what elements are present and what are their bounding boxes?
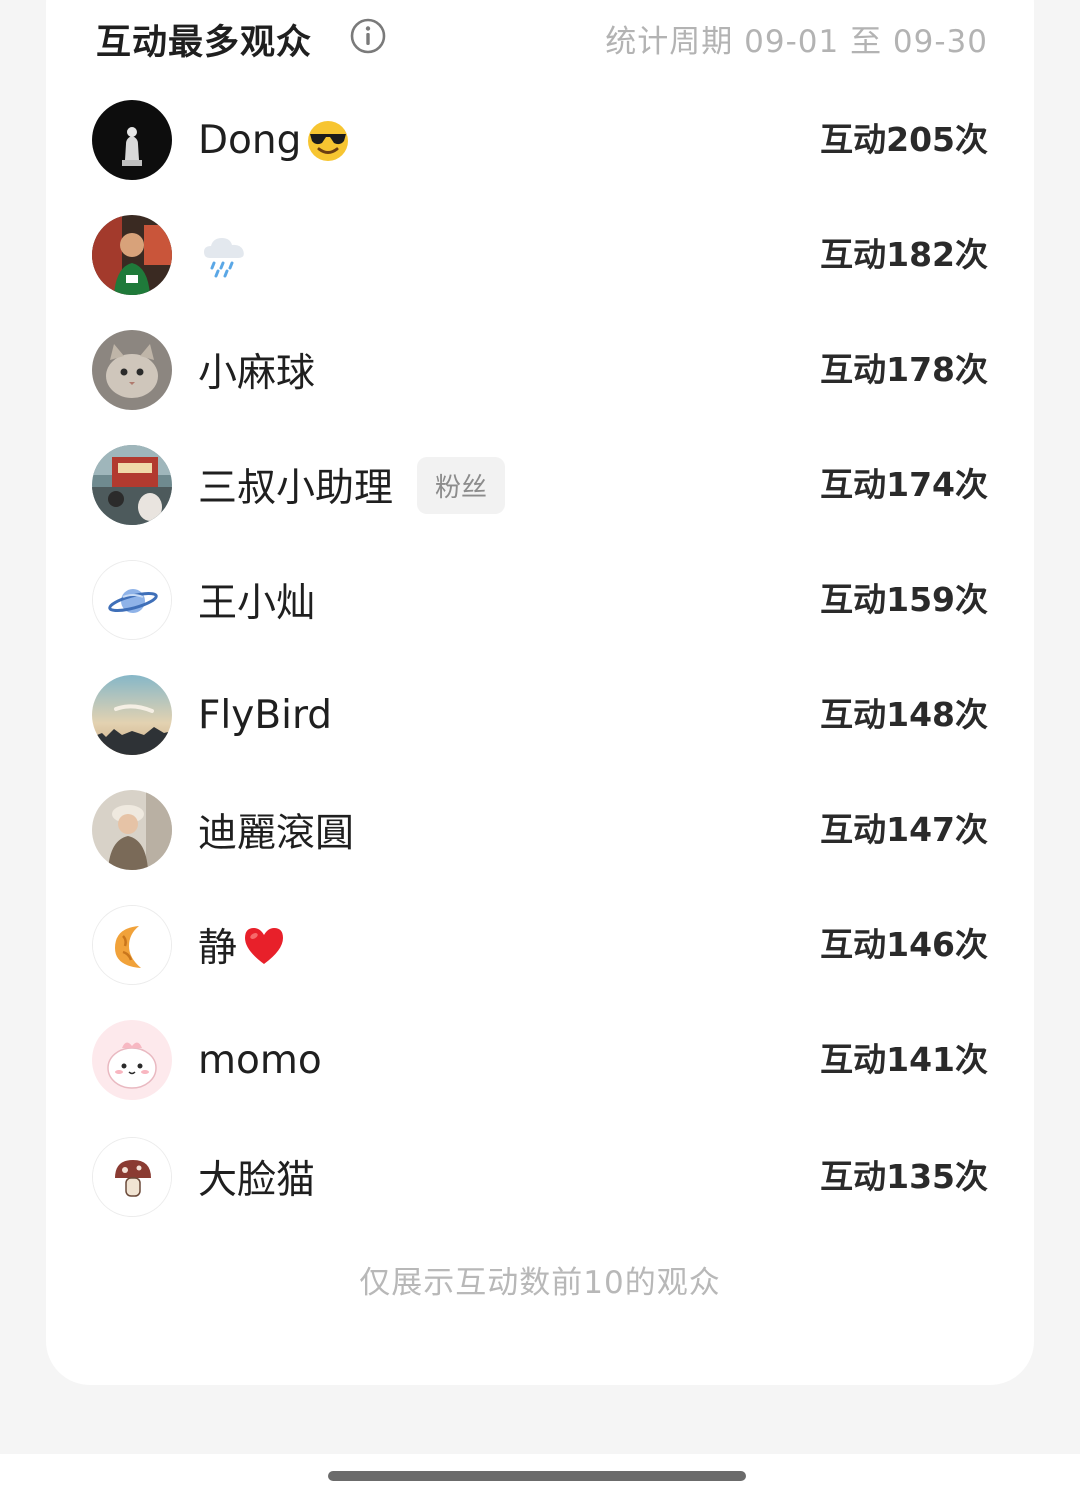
- audience-row[interactable]: 三叔小助理 粉丝 互动174次: [92, 445, 988, 527]
- avatar[interactable]: [92, 675, 172, 755]
- interaction-count: 互动182次: [820, 235, 988, 274]
- audience-row[interactable]: 王小灿 互动159次: [92, 560, 988, 642]
- audience-name: 三叔小助理: [198, 466, 394, 511]
- card-header: 互动最多观众 统计周期 09-01 至 09-30: [96, 12, 988, 63]
- avatar[interactable]: [92, 215, 172, 295]
- rain-cloud-emoji: [200, 230, 250, 280]
- avatar[interactable]: [92, 1020, 172, 1100]
- avatar[interactable]: [92, 100, 172, 180]
- audience-name: Dong: [198, 117, 302, 163]
- interaction-count: 互动135次: [820, 1157, 988, 1196]
- interaction-count: 互动205次: [820, 120, 988, 159]
- avatar[interactable]: [92, 330, 172, 410]
- audience-row[interactable]: 互动182次: [92, 215, 988, 297]
- audience-name: 静: [198, 926, 238, 971]
- audience-row[interactable]: 大脸猫 互动135次: [92, 1137, 988, 1219]
- interaction-count: 互动178次: [820, 350, 988, 389]
- audience-name: 王小灿: [198, 581, 316, 626]
- audience-row[interactable]: momo 互动141次: [92, 1020, 988, 1102]
- avatar[interactable]: [92, 560, 172, 640]
- interaction-count: 互动148次: [820, 695, 988, 734]
- audience-row[interactable]: 静 互动146次: [92, 905, 988, 987]
- audience-name: 小麻球: [198, 351, 316, 396]
- audience-name: FlyBird: [198, 692, 333, 738]
- top10-note: 仅展示互动数前10的观众: [359, 1265, 721, 1301]
- avatar[interactable]: [92, 790, 172, 870]
- avatar[interactable]: [92, 445, 172, 525]
- info-icon[interactable]: [350, 18, 386, 54]
- interaction-count: 互动146次: [820, 925, 988, 964]
- home-indicator[interactable]: [328, 1471, 746, 1481]
- audience-name: momo: [198, 1037, 322, 1083]
- fan-badge: 粉丝: [417, 456, 506, 514]
- card-title: 互动最多观众: [96, 23, 313, 63]
- avatar[interactable]: [92, 1137, 172, 1217]
- interaction-count: 互动141次: [820, 1040, 988, 1079]
- interaction-count: 互动159次: [820, 580, 988, 619]
- audience-row[interactable]: 小麻球 互动178次: [92, 330, 988, 412]
- red-heart-emoji: [239, 920, 289, 970]
- interaction-count: 互动174次: [820, 465, 988, 504]
- audience-row[interactable]: FlyBird 互动148次: [92, 675, 988, 757]
- audience-name: 大脸猫: [198, 1158, 316, 1203]
- avatar[interactable]: [92, 905, 172, 985]
- audience-row[interactable]: Dong 互动205次: [92, 100, 988, 182]
- audience-row[interactable]: 迪麗滾圓 互动147次: [92, 790, 988, 872]
- bottom-bar: [0, 1454, 1080, 1498]
- sunglasses-face-emoji: [303, 115, 353, 165]
- stat-period: 统计周期 09-01 至 09-30: [605, 24, 988, 60]
- interaction-count: 互动147次: [820, 810, 988, 849]
- audience-name: 迪麗滾圓: [198, 811, 355, 856]
